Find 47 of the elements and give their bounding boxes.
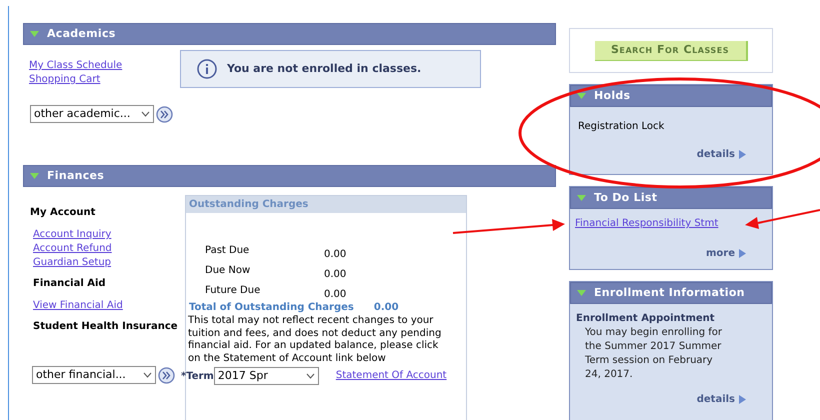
link[interactable]: Guardian Setup <box>33 256 185 270</box>
chevron-down-icon[interactable] <box>306 373 315 379</box>
charge-label: Due Now <box>205 264 252 278</box>
appointment-heading: Enrollment Appointment <box>576 312 716 326</box>
section-title: Holds <box>594 88 630 104</box>
chevron-down-icon[interactable] <box>141 111 150 117</box>
section-title: To Do List <box>594 190 658 206</box>
message-text: You are not enrolled in classes. <box>227 60 422 77</box>
charge-amount: 0.00 <box>324 268 346 282</box>
appointment-text: You may begin enrolling for the Summer 2017 Summer Term session on February 24, 2017. <box>584 326 723 382</box>
link[interactable]: View Financial Aid <box>33 299 185 313</box>
link[interactable]: My Class Schedule <box>29 59 180 73</box>
charge-amount: 0.00 <box>324 248 346 262</box>
hold-item: Registration Lock <box>578 120 666 134</box>
link[interactable]: Financial Responsibility Stmt <box>575 217 772 231</box>
section-title: Academics <box>47 26 116 42</box>
info-icon <box>197 59 217 79</box>
group-heading: Financial Aid <box>32 277 107 291</box>
link[interactable]: Account Refund <box>33 242 185 256</box>
triangle-right-icon <box>739 249 746 258</box>
group-heading: My Account <box>30 206 96 220</box>
dropdown[interactable]: other academic... <box>30 105 154 123</box>
triangle-right-icon <box>739 395 746 404</box>
group-heading: Student Health Insurance <box>32 320 179 334</box>
search-classes-button[interactable]: Search For Classes <box>594 40 748 60</box>
link[interactable]: Account Inquiry <box>33 228 185 242</box>
more-link[interactable]: details <box>696 147 746 162</box>
total-amount: 0.00 <box>374 301 399 315</box>
more-link[interactable]: more <box>706 246 746 261</box>
triangle-right-icon <box>739 150 746 159</box>
charges-note: This total may not reflect recent changes to your tuition and fees, and does not deduct any pending financial aid. For an updated balance, please click on the Statement of Account link below <box>187 315 442 365</box>
charge-label: Future Due <box>205 284 262 298</box>
dropdown[interactable]: other financial... <box>32 366 156 384</box>
charge-amount: 0.00 <box>324 288 346 302</box>
chevron-down-icon[interactable] <box>143 372 152 378</box>
go-icon[interactable] <box>158 366 175 384</box>
more-link[interactable]: details <box>696 392 746 407</box>
link[interactable]: Statement Of Account <box>336 369 447 383</box>
section-title: Enrollment Information <box>594 284 745 301</box>
link[interactable]: Shopping Cart <box>29 73 180 87</box>
total-label: Total of Outstanding Charges <box>189 301 354 315</box>
go-icon[interactable] <box>156 106 173 122</box>
dropdown[interactable]: 2017 Spr <box>214 367 319 385</box>
charges-title: Outstanding Charges <box>186 196 466 213</box>
term-label: *Term <box>181 370 214 384</box>
charge-label: Past Due <box>205 244 250 258</box>
section-title: Finances <box>47 168 104 184</box>
